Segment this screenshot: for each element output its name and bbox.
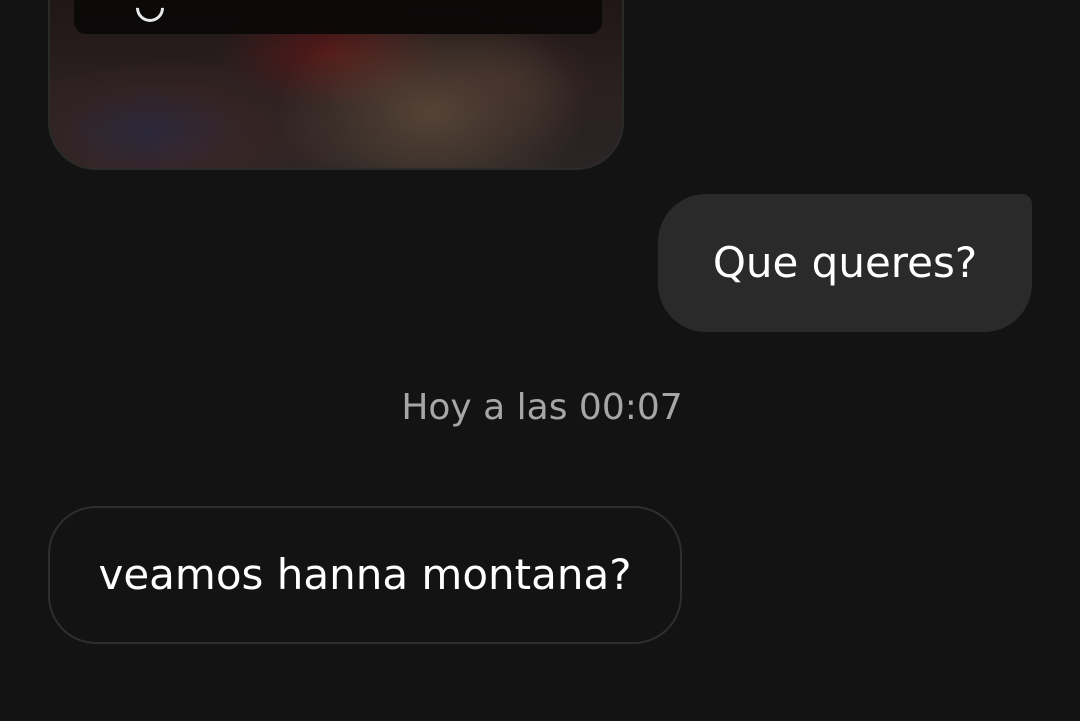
sent-message-bubble[interactable]: Que queres? bbox=[658, 194, 1032, 332]
loading-ring-icon bbox=[130, 0, 170, 28]
sent-message-text: Que queres? bbox=[712, 238, 978, 287]
story-header-overlay bbox=[74, 0, 602, 34]
chat-thread: Que queres? Hoy a las 00:07 veamos hanna… bbox=[0, 0, 1080, 721]
message-timestamp: Hoy a las 00:07 bbox=[401, 387, 683, 428]
received-message-text: veamos hanna montana? bbox=[98, 550, 632, 599]
received-message-bubble[interactable]: veamos hanna montana? bbox=[48, 506, 682, 644]
shared-story-preview[interactable] bbox=[48, 0, 624, 170]
